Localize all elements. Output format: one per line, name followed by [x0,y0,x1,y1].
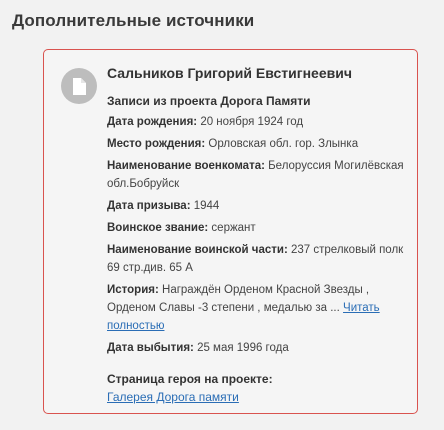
field-birth-date: Дата рождения: 20 ноября 1924 год [107,113,407,131]
hero-page-block: Страница героя на проекте: Галерея Дорог… [107,370,407,406]
section-title: Дополнительные источники [12,11,255,30]
field-birth-place: Место рождения: Орловская обл. гор. Злын… [107,135,407,153]
field-discharge-date: Дата выбытия: 25 мая 1996 года [107,339,407,357]
document-icon [61,68,97,104]
field-rank: Воинское звание: сержант [107,219,407,237]
field-label: Дата призыва: [107,200,191,212]
field-value: сержант [208,222,256,234]
field-label: Дата выбытия: [107,342,194,354]
field-value: Орловская обл. гор. Злынка [205,138,359,150]
field-label: Наименование воинской части: [107,244,288,256]
field-commissariat: Наименование военкомата: Белоруссия Моги… [107,157,407,193]
field-label: Дата рождения: [107,116,198,128]
person-name: Сальников Григорий Евстигнеевич [107,65,352,81]
field-label: Наименование военкомата: [107,160,265,172]
field-value: 1944 [190,200,220,212]
field-label: История: [107,284,159,296]
field-label: Воинское звание: [107,222,209,234]
field-value: 25 мая 1996 года [193,342,289,354]
field-military-unit: Наименование воинской части: 237 стрелко… [107,241,407,277]
hero-page-label: Страница героя на проекте: [107,372,273,386]
card-content: Сальников Григорий Евстигнеевич Записи и… [107,64,407,406]
field-history: История: Награждён Орденом Красной Звезд… [107,281,407,335]
source-card: Сальников Григорий Евстигнеевич Записи и… [43,49,418,414]
field-value: 20 ноября 1924 год [197,116,304,128]
field-label: Место рождения: [107,138,206,150]
hero-gallery-link[interactable]: Галерея Дорога памяти [107,390,239,404]
project-title: Записи из проекта Дорога Памяти [107,94,311,108]
field-conscription-date: Дата призыва: 1944 [107,197,407,215]
